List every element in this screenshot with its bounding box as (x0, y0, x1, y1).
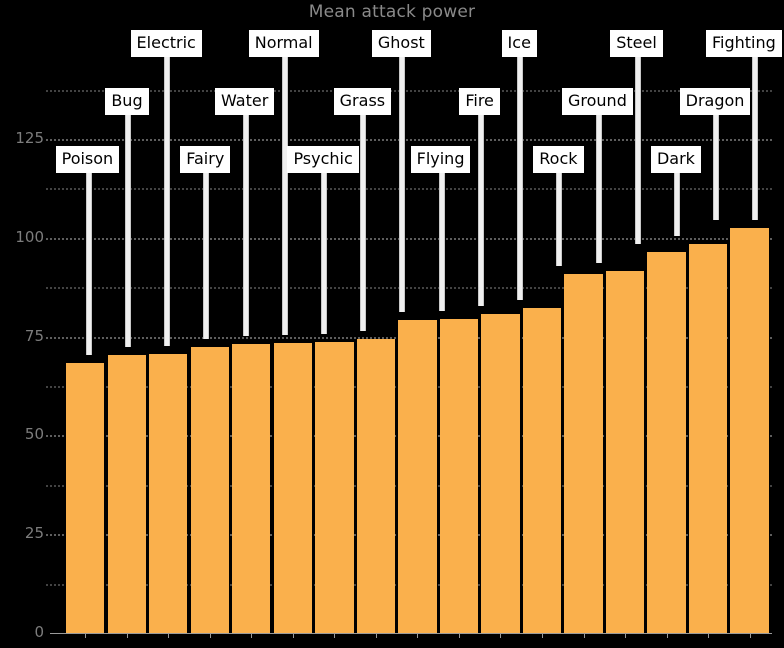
bar[interactable] (107, 355, 146, 633)
category-callout-label[interactable]: Flying (410, 146, 471, 173)
callout-leader-line (634, 57, 641, 245)
x-axis-tick (168, 633, 170, 638)
bar[interactable] (190, 346, 229, 633)
callout-leader-line (203, 173, 210, 339)
bar[interactable] (605, 271, 645, 633)
category-callout-label[interactable]: Rock (533, 146, 584, 173)
bar[interactable] (398, 319, 437, 633)
x-axis-tick (334, 633, 336, 638)
callout-leader-line (242, 115, 249, 336)
bar[interactable] (688, 243, 728, 633)
category-callout-label[interactable]: Electric (130, 30, 202, 57)
y-axis-tick-label: 125 (15, 129, 44, 147)
bar[interactable] (647, 252, 686, 633)
category-callout-label[interactable]: Fairy (180, 146, 231, 173)
category-callout-label[interactable]: Dark (650, 146, 701, 173)
bar[interactable] (356, 338, 396, 633)
category-callout-label[interactable]: Steel (610, 30, 663, 57)
category-callout-label[interactable]: Fighting (706, 30, 782, 57)
x-axis-line (50, 633, 772, 634)
callout-leader-line (164, 57, 171, 346)
x-axis-tick (500, 633, 502, 638)
x-axis-tick (375, 633, 377, 638)
bar[interactable] (149, 353, 188, 633)
bar[interactable] (66, 363, 105, 633)
callout-leader-line (281, 57, 288, 335)
y-axis-tick-label: 0 (34, 623, 44, 641)
callout-leader-line (556, 173, 563, 266)
callout-leader-line (713, 115, 720, 220)
x-axis-tick (458, 633, 460, 638)
category-callout-label[interactable]: Dragon (679, 88, 751, 115)
category-callout-label[interactable]: Ghost (371, 30, 431, 57)
gridline (46, 237, 772, 240)
x-axis-tick (251, 633, 253, 638)
category-callout-label[interactable]: Ground (562, 88, 633, 115)
bar[interactable] (315, 341, 354, 633)
category-callout-label[interactable]: Water (215, 88, 275, 115)
bar[interactable] (273, 342, 312, 633)
gridline (46, 139, 772, 141)
category-callout-label[interactable]: Ice (501, 30, 537, 57)
callout-leader-line (477, 115, 484, 307)
x-axis-tick (209, 633, 211, 638)
callout-leader-line (517, 57, 524, 301)
category-callout-label[interactable]: Poison (55, 146, 120, 173)
bar[interactable] (730, 227, 769, 633)
category-callout-label[interactable]: Bug (105, 88, 149, 115)
y-axis-tick-label: 25 (24, 524, 44, 543)
y-axis-tick-label: 100 (15, 227, 44, 246)
x-axis-tick (583, 633, 585, 638)
x-axis-tick (541, 633, 543, 638)
callout-leader-line (595, 115, 602, 264)
bar[interactable] (481, 314, 520, 633)
x-axis-tick (85, 633, 87, 638)
callout-leader-line (399, 57, 406, 312)
callout-leader-line (85, 173, 92, 356)
bar[interactable] (522, 308, 562, 633)
y-axis-tick-label: 50 (24, 425, 44, 444)
x-axis-tick (292, 633, 294, 638)
x-axis-tick (126, 633, 128, 638)
callout-leader-line (752, 57, 759, 220)
category-callout-label[interactable]: Grass (333, 88, 392, 115)
x-axis-tick (749, 633, 751, 638)
x-axis-tick (708, 633, 710, 638)
callout-leader-line (124, 115, 131, 348)
bar[interactable] (439, 318, 479, 633)
gridline (46, 89, 772, 92)
callout-leader-line (320, 173, 327, 334)
callout-leader-line (360, 115, 367, 331)
callout-leader-line (673, 173, 680, 236)
x-axis-tick (666, 633, 668, 638)
category-callout-label[interactable]: Normal (248, 30, 319, 57)
category-callout-label[interactable]: Fire (459, 88, 500, 115)
callout-leader-line (438, 173, 445, 311)
x-axis-tick (625, 633, 627, 638)
gridline (46, 188, 772, 191)
category-callout-label[interactable]: Psychic (287, 146, 359, 173)
bar[interactable] (564, 273, 603, 633)
y-axis-tick-label: 75 (24, 326, 44, 345)
x-axis-tick (417, 633, 419, 638)
bar[interactable] (232, 343, 271, 633)
chart-canvas: Mean attack power 0 25 50 75 100 125 Poison Bu… (0, 0, 784, 648)
chart-title: Mean attack power (308, 2, 476, 22)
